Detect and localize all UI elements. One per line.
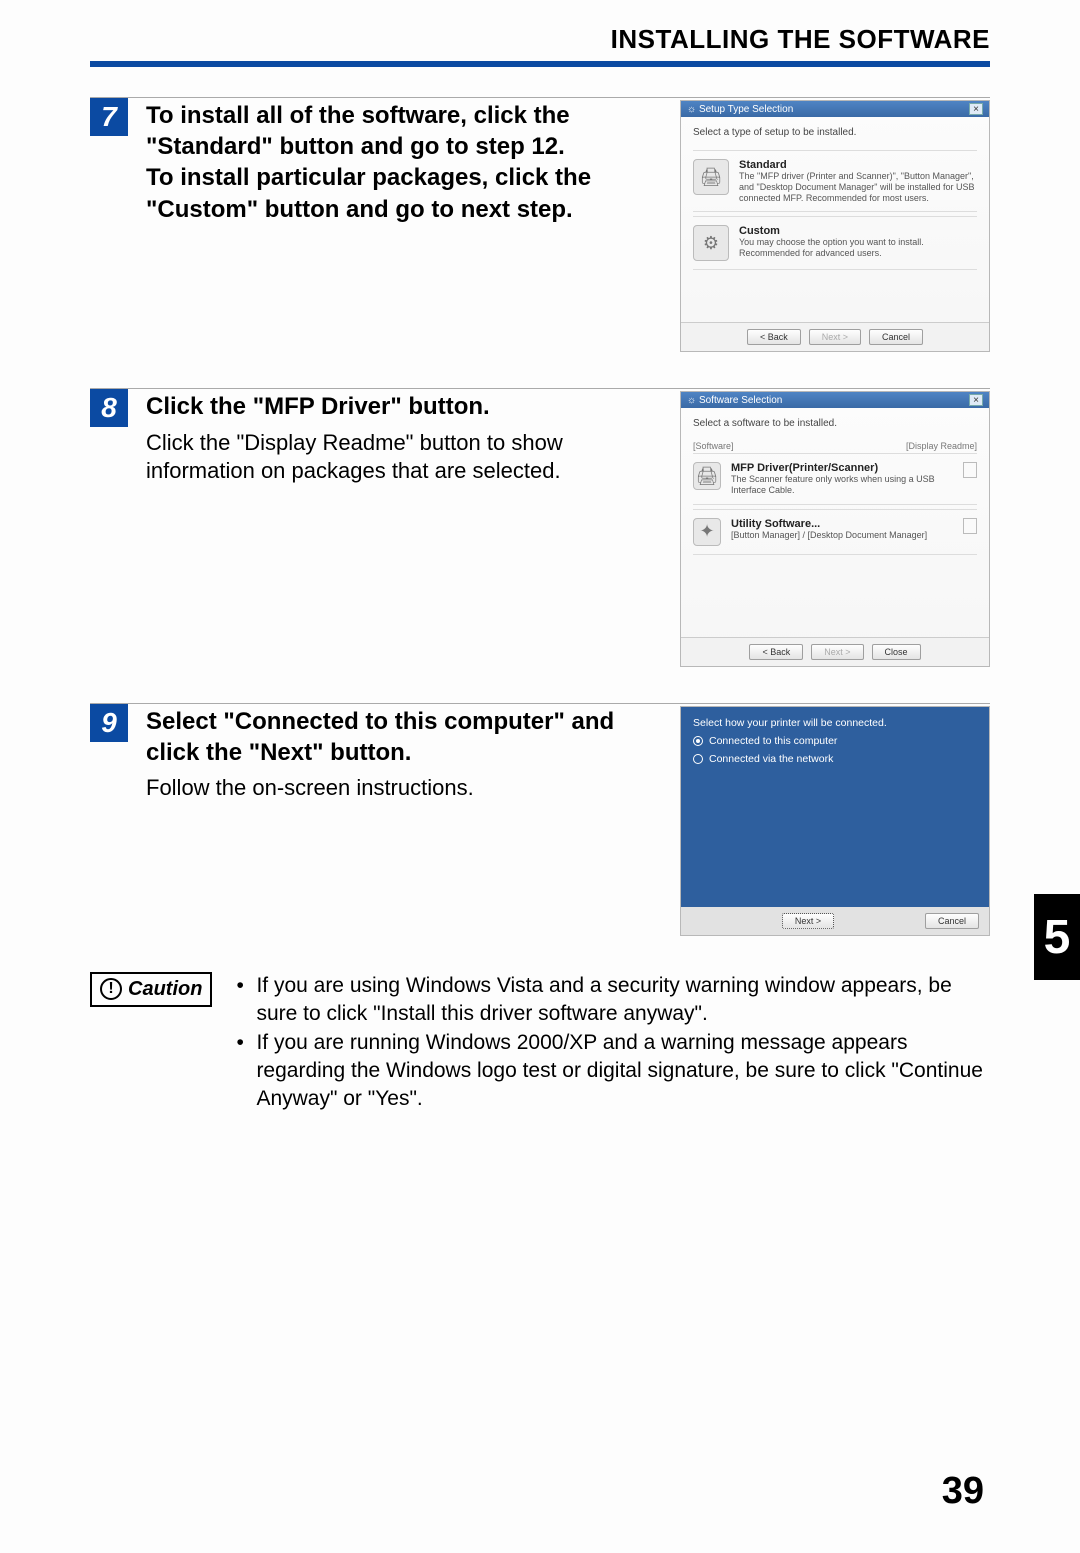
header-divider — [90, 61, 990, 67]
radio-connected-network[interactable]: Connected via the network — [693, 753, 977, 765]
option-mfp-driver[interactable]: 🖨 MFP Driver(Printer/Scanner) The Scanne… — [693, 453, 977, 505]
software-col-label: [Software] — [693, 441, 734, 451]
close-icon[interactable]: × — [969, 103, 983, 115]
instruction-text: Select how your printer will be connecte… — [693, 717, 977, 729]
step-heading: Select "Connected to this computer" and … — [146, 706, 656, 768]
option-label: Utility Software... — [731, 518, 953, 530]
close-button[interactable]: Close — [872, 644, 921, 660]
radio-icon — [693, 754, 703, 764]
option-custom[interactable]: ⚙ Custom You may choose the option you w… — [693, 216, 977, 270]
chapter-tab: 5 — [1034, 894, 1080, 980]
step-number: 7 — [90, 98, 128, 136]
caution-block: ! Caution • If you are using Windows Vis… — [90, 972, 990, 1114]
option-label: MFP Driver(Printer/Scanner) — [731, 462, 953, 474]
caution-item: • If you are using Windows Vista and a s… — [236, 972, 990, 1029]
screenshot-setup-type: ☼ Setup Type Selection × Select a type o… — [680, 100, 990, 352]
option-utility[interactable]: ✦ Utility Software... [Button Manager] /… — [693, 509, 977, 555]
option-desc: The Scanner feature only works when usin… — [731, 474, 953, 496]
page-icon[interactable] — [963, 518, 977, 534]
caution-icon: ! — [100, 978, 122, 1000]
radio-icon — [693, 736, 703, 746]
printer-icon: 🖨 — [693, 462, 721, 490]
radio-connected-computer[interactable]: Connected to this computer — [693, 735, 977, 747]
page-header: INSTALLING THE SOFTWARE — [90, 24, 990, 55]
next-button[interactable]: Next > — [809, 329, 861, 345]
printer-icon: 🖨 — [693, 159, 729, 195]
step-heading: To install all of the software, click th… — [146, 100, 656, 225]
page-icon[interactable] — [963, 462, 977, 478]
page-number: 39 — [942, 1470, 984, 1513]
settings-icon: ⚙ — [693, 225, 729, 261]
utility-icon: ✦ — [693, 518, 721, 546]
option-standard[interactable]: 🖨 Standard The "MFP driver (Printer and … — [693, 150, 977, 212]
cancel-button[interactable]: Cancel — [869, 329, 923, 345]
display-readme-label[interactable]: [Display Readme] — [906, 441, 977, 451]
option-desc: You may choose the option you want to in… — [739, 237, 977, 259]
caution-badge: ! Caution — [90, 972, 212, 1007]
step-heading: Click the "MFP Driver" button. — [146, 391, 656, 422]
next-button[interactable]: Next > — [811, 644, 863, 660]
back-button[interactable]: < Back — [747, 329, 801, 345]
close-icon[interactable]: × — [969, 394, 983, 406]
window-title: ☼ Setup Type Selection — [687, 104, 793, 115]
screenshot-connection: Select how your printer will be connecte… — [680, 706, 990, 936]
window-title: ☼ Software Selection — [687, 395, 782, 406]
step-8: 8 Click the "MFP Driver" button. Click t… — [90, 388, 990, 667]
step-number: 9 — [90, 704, 128, 742]
step-body: Click the "Display Readme" button to sho… — [146, 429, 656, 486]
step-7: 7 To install all of the software, click … — [90, 97, 990, 352]
back-button[interactable]: < Back — [749, 644, 803, 660]
screenshot-software-selection: ☼ Software Selection × Select a software… — [680, 391, 990, 667]
step-body: Follow the on-screen instructions. — [146, 774, 656, 803]
option-label: Custom — [739, 225, 977, 237]
option-desc: The "MFP driver (Printer and Scanner)", … — [739, 171, 977, 203]
option-label: Standard — [739, 159, 977, 171]
caution-label: Caution — [128, 978, 202, 1001]
cancel-button[interactable]: Cancel — [925, 913, 979, 929]
radio-label: Connected via the network — [709, 753, 833, 765]
caution-item: • If you are running Windows 2000/XP and… — [236, 1029, 990, 1114]
instruction-text: Select a software to be installed. — [693, 418, 977, 429]
step-number: 8 — [90, 389, 128, 427]
next-button[interactable]: Next > — [782, 913, 834, 929]
option-desc: [Button Manager] / [Desktop Document Man… — [731, 530, 953, 541]
radio-label: Connected to this computer — [709, 735, 837, 747]
instruction-text: Select a type of setup to be installed. — [693, 127, 977, 138]
step-9: 9 Select "Connected to this computer" an… — [90, 703, 990, 936]
